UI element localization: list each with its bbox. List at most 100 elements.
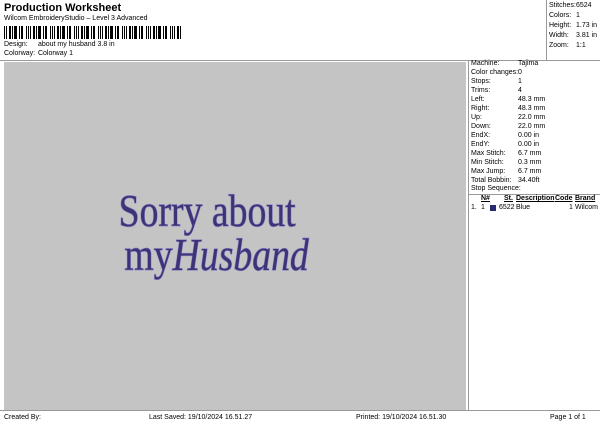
barcode-bar bbox=[74, 26, 75, 39]
stats-panel: Stitches:6524 Colors: 1 Height: 1.73 in Wi… bbox=[546, 0, 600, 61]
barcode-bar bbox=[19, 26, 20, 39]
stat-stitches: Stitches:6524 bbox=[549, 2, 592, 9]
stat-width: Width: 3.81 in bbox=[549, 32, 597, 39]
stop-sequence-title: Stop Sequence: bbox=[471, 185, 521, 192]
barcode-bar bbox=[78, 26, 79, 39]
info-label: Stops: bbox=[471, 78, 491, 85]
software-subtitle: Wilcom EmbroideryStudio – Level 3 Advanc… bbox=[4, 15, 148, 22]
machine-info-panel: Machine: Tajima Color changes:0 Stops: 1 T… bbox=[468, 60, 600, 410]
info-total-bobbin: Total Bobbin: 34.40ft bbox=[471, 177, 539, 184]
stat-value: 1 bbox=[576, 12, 580, 19]
stat-label: Colors: bbox=[549, 12, 572, 19]
barcode-bar bbox=[156, 26, 157, 39]
barcode-bar bbox=[76, 26, 77, 39]
barcode-bar bbox=[67, 26, 68, 39]
info-label: Right: bbox=[471, 105, 490, 112]
info-label: Total Bobbin: bbox=[471, 177, 512, 184]
barcode-bar bbox=[98, 26, 99, 39]
barcode-bar bbox=[132, 26, 133, 39]
worksheet-footer: Created By: Last Saved: 19/10/2024 16.51… bbox=[0, 410, 600, 425]
row-brand: Wilcom bbox=[575, 204, 598, 211]
barcode-bar bbox=[33, 26, 35, 39]
design-label: Design: bbox=[4, 41, 28, 48]
worksheet-header: Production Worksheet Wilcom EmbroiderySt… bbox=[0, 0, 546, 61]
stat-label: Height: bbox=[549, 22, 572, 29]
info-value: 34.40ft bbox=[518, 177, 540, 184]
embroidery-design: Sorry about myHusband bbox=[118, 186, 310, 281]
barcode-bar bbox=[102, 26, 103, 39]
barcode-bar bbox=[108, 26, 109, 39]
stat-value: 1:1 bbox=[576, 42, 586, 49]
info-label: Trims: bbox=[471, 87, 491, 94]
barcode-bar bbox=[105, 26, 107, 39]
barcode-bar bbox=[141, 26, 143, 39]
barcode-bar bbox=[50, 26, 51, 39]
stat-colors: Colors: 1 bbox=[549, 12, 580, 19]
barcode-bar bbox=[36, 26, 37, 39]
info-value: 1 bbox=[518, 78, 522, 85]
barcode-bar bbox=[14, 26, 17, 39]
barcode-bar bbox=[52, 26, 53, 39]
last-saved: Last Saved: 19/10/2024 16.51.27 bbox=[149, 414, 253, 421]
barcode-bar bbox=[93, 26, 95, 39]
barcode-bar bbox=[174, 26, 175, 39]
info-machine: Machine: Tajima bbox=[471, 60, 538, 67]
barcode-bar bbox=[69, 26, 71, 39]
info-value: 48.3 mm bbox=[518, 96, 546, 103]
color-swatch bbox=[490, 205, 496, 211]
info-value: Tajima bbox=[518, 60, 539, 67]
info-value: 6.7 mm bbox=[518, 150, 542, 157]
info-value: 0.3 mm bbox=[518, 159, 542, 166]
barcode-bar bbox=[115, 26, 116, 39]
info-endx: EndX: 0.00 in bbox=[471, 132, 539, 139]
barcode-bar bbox=[172, 26, 173, 39]
stat-value: 6524 bbox=[576, 2, 592, 9]
barcode-bar bbox=[177, 26, 179, 39]
info-value: 22.0 mm bbox=[518, 123, 546, 130]
info-value: 48.3 mm bbox=[518, 105, 546, 112]
barcode-bar bbox=[57, 26, 59, 39]
barcode-bar bbox=[165, 26, 167, 39]
info-label: Up: bbox=[471, 114, 482, 121]
barcode-bar bbox=[6, 26, 7, 39]
table-row: 1. 1 6522 Blue 1 Wilcom bbox=[469, 204, 600, 213]
colorway-row: Colorway: Colorway 1 bbox=[4, 50, 73, 57]
barcode-bar bbox=[129, 26, 131, 39]
barcode-bar bbox=[30, 26, 31, 39]
col-n: N# bbox=[481, 195, 490, 202]
barcode-bar bbox=[26, 26, 27, 39]
info-label: Min Stitch: bbox=[471, 159, 504, 166]
info-value: 0.00 in bbox=[518, 141, 540, 148]
printed: Printed: 19/10/2024 16.51.30 bbox=[356, 414, 447, 421]
barcode-bar bbox=[86, 26, 89, 39]
info-trims: Trims: 4 bbox=[471, 87, 522, 94]
barcode-bar bbox=[124, 26, 125, 39]
info-label: Max Stitch: bbox=[471, 150, 506, 157]
barcode-bar bbox=[110, 26, 113, 39]
page-title: Production Worksheet bbox=[4, 2, 122, 14]
barcode-bar bbox=[43, 26, 44, 39]
barcode-bar bbox=[81, 26, 83, 39]
info-value: 0.00 in bbox=[518, 132, 540, 139]
barcode-bar bbox=[12, 26, 13, 39]
barcode-bar bbox=[148, 26, 149, 39]
barcode-bar bbox=[117, 26, 119, 39]
info-up: Up: 22.0 mm bbox=[471, 114, 545, 121]
stat-value: 3.81 in bbox=[576, 32, 598, 39]
col-description: Description bbox=[516, 195, 555, 202]
col-code: Code bbox=[555, 195, 573, 202]
info-max-jump: Max Jump: 6.7 mm bbox=[471, 168, 541, 175]
design-line-2-italic: Husband bbox=[172, 231, 310, 281]
info-label: EndX: bbox=[471, 132, 491, 139]
barcode-bar bbox=[38, 26, 41, 39]
stat-label: Zoom: bbox=[549, 42, 569, 49]
barcode-image bbox=[4, 26, 181, 39]
barcode-bar bbox=[60, 26, 61, 39]
info-label: Color changes: bbox=[471, 69, 519, 76]
barcode-bar bbox=[54, 26, 55, 39]
barcode-bar bbox=[91, 26, 92, 39]
design-row: Design: about my husband 3.8 in bbox=[4, 41, 115, 48]
info-max-stitch: Max Stitch: 6.7 mm bbox=[471, 150, 541, 157]
page-number: Page 1 of 1 bbox=[550, 414, 586, 421]
info-endy: EndY: 0.00 in bbox=[471, 141, 539, 148]
